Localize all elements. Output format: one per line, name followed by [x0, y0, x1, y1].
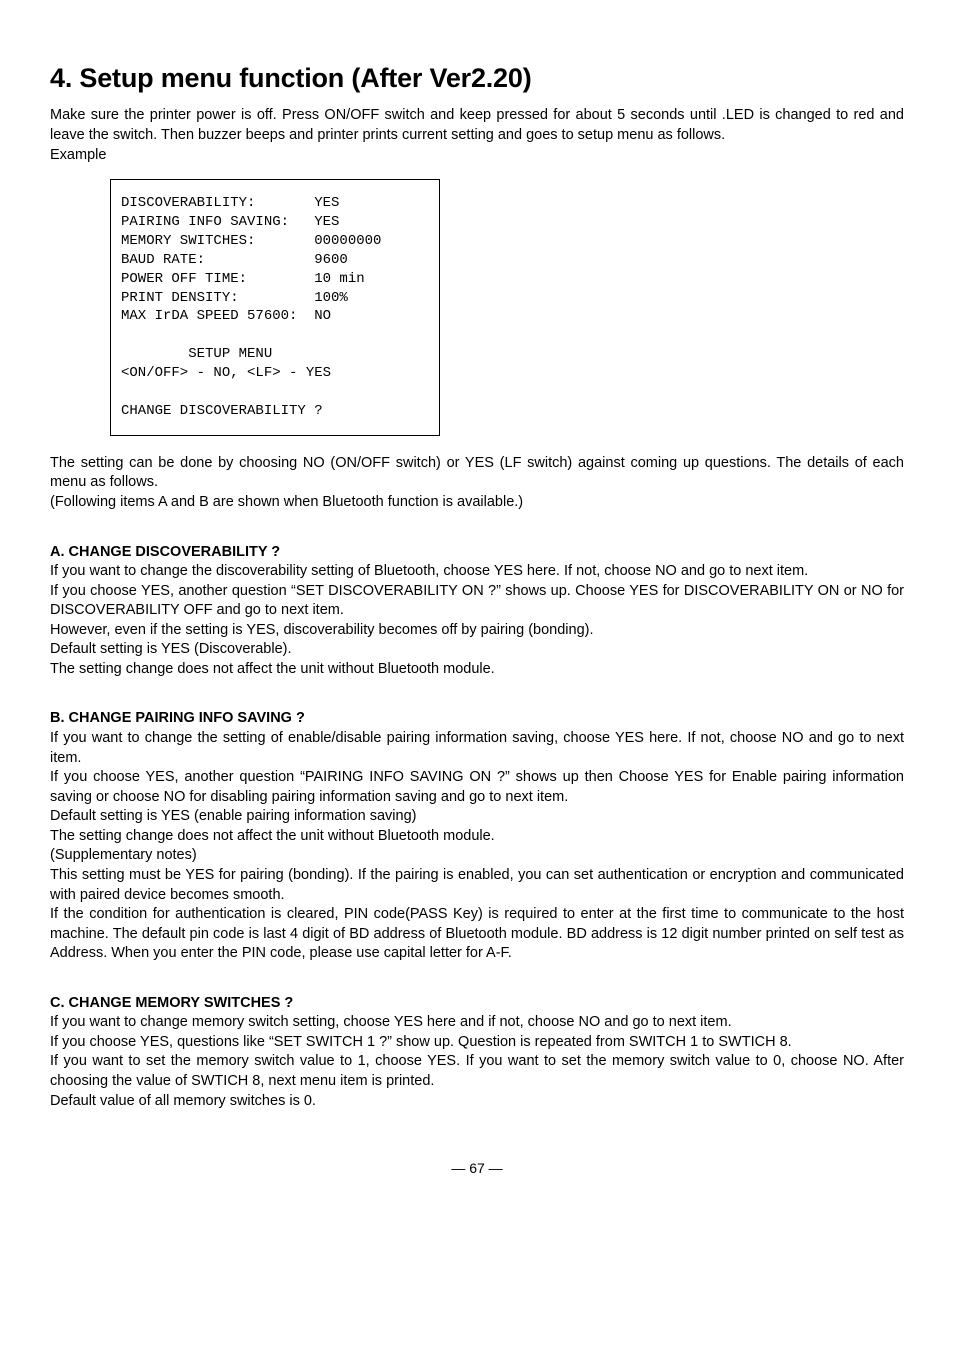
section-b-p1: If you want to change the setting of ena…: [50, 729, 904, 768]
example-printout-box: DISCOVERABILITY: YES PAIRING INFO SAVING…: [110, 179, 440, 436]
section-b-body: If you want to change the setting of ena…: [50, 729, 904, 964]
section-b-p4: The setting change does not affect the u…: [50, 827, 904, 847]
section-a-p3: However, even if the setting is YES, dis…: [50, 621, 904, 641]
section-b-p7: If the condition for authentication is c…: [50, 905, 904, 964]
section-c-p3: If you want to set the memory switch val…: [50, 1052, 904, 1091]
after-example-p2: (Following items A and B are shown when …: [50, 493, 904, 513]
section-a-p2: If you choose YES, another question “SET…: [50, 582, 904, 621]
intro-p1: Make sure the printer power is off. Pres…: [50, 106, 904, 145]
section-a-heading: A. CHANGE DISCOVERABILITY ?: [50, 543, 904, 563]
section-a-p5: The setting change does not affect the u…: [50, 660, 904, 680]
section-b-p2: If you choose YES, another question “PAI…: [50, 768, 904, 807]
section-c-p2: If you choose YES, questions like “SET S…: [50, 1033, 904, 1053]
section-c-p4: Default value of all memory switches is …: [50, 1092, 904, 1112]
page-number: — 67 —: [50, 1159, 904, 1178]
intro-block: Make sure the printer power is off. Pres…: [50, 106, 904, 165]
section-c-body: If you want to change memory switch sett…: [50, 1013, 904, 1111]
section-c-heading: C. CHANGE MEMORY SWITCHES ?: [50, 994, 904, 1014]
section-b-p6: This setting must be YES for pairing (bo…: [50, 866, 904, 905]
page-title: 4. Setup menu function (After Ver2.20): [50, 60, 904, 96]
section-a-p1: If you want to change the discoverabilit…: [50, 562, 904, 582]
section-a-body: If you want to change the discoverabilit…: [50, 562, 904, 679]
section-b-heading: B. CHANGE PAIRING INFO SAVING ?: [50, 709, 904, 729]
section-b-p5: (Supplementary notes): [50, 846, 904, 866]
after-example-block: The setting can be done by choosing NO (…: [50, 454, 904, 513]
section-c-p1: If you want to change memory switch sett…: [50, 1013, 904, 1033]
section-b-p3: Default setting is YES (enable pairing i…: [50, 807, 904, 827]
after-example-p1: The setting can be done by choosing NO (…: [50, 454, 904, 493]
section-a-p4: Default setting is YES (Discoverable).: [50, 640, 904, 660]
example-printout: DISCOVERABILITY: YES PAIRING INFO SAVING…: [121, 194, 429, 421]
intro-example-label: Example: [50, 146, 904, 166]
